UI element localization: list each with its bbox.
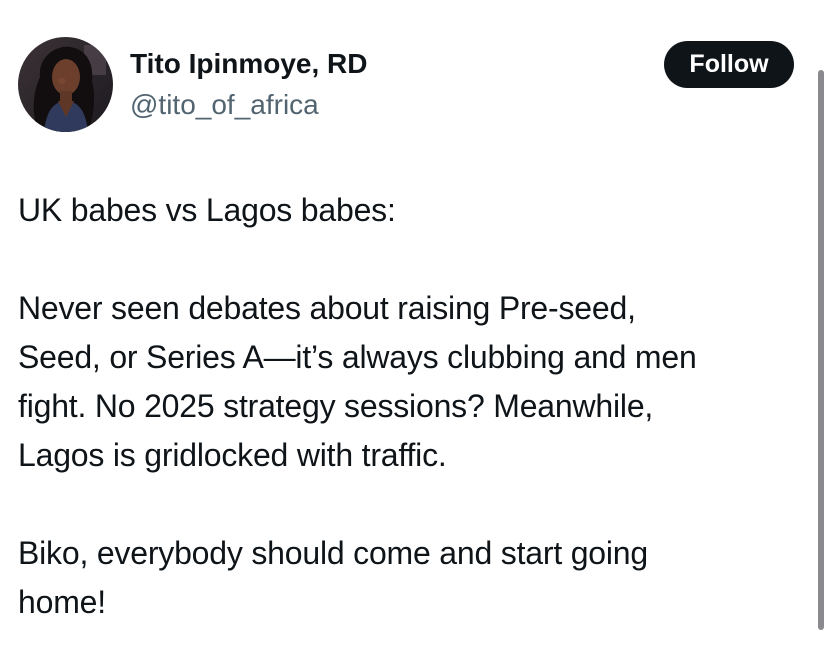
author-name[interactable]: Tito Ipinmoye, RD — [130, 44, 368, 84]
tweet-line: Seed, or Series A—it’s always clubbing a… — [18, 339, 697, 375]
tweet-line: UK babes vs Lagos babes: — [18, 192, 396, 228]
tweet-line: fight. No 2025 strategy sessions? Meanwh… — [18, 388, 654, 424]
tweet-line: home! — [18, 584, 106, 620]
scrollbar[interactable] — [818, 70, 824, 630]
follow-button[interactable]: Follow — [664, 41, 794, 88]
author-handle[interactable]: @tito_of_africa — [130, 85, 319, 125]
avatar[interactable] — [18, 37, 113, 132]
avatar-image — [18, 37, 113, 132]
tweet-line: Lagos is gridlocked with traffic. — [18, 437, 447, 473]
tweet: Tito Ipinmoye, RD @tito_of_africa Follow… — [0, 0, 828, 659]
tweet-line: Never seen debates about raising Pre-see… — [18, 290, 636, 326]
tweet-line: Biko, everybody should come and start go… — [18, 535, 648, 571]
tweet-text: UK babes vs Lagos babes: Never seen deba… — [18, 186, 808, 627]
